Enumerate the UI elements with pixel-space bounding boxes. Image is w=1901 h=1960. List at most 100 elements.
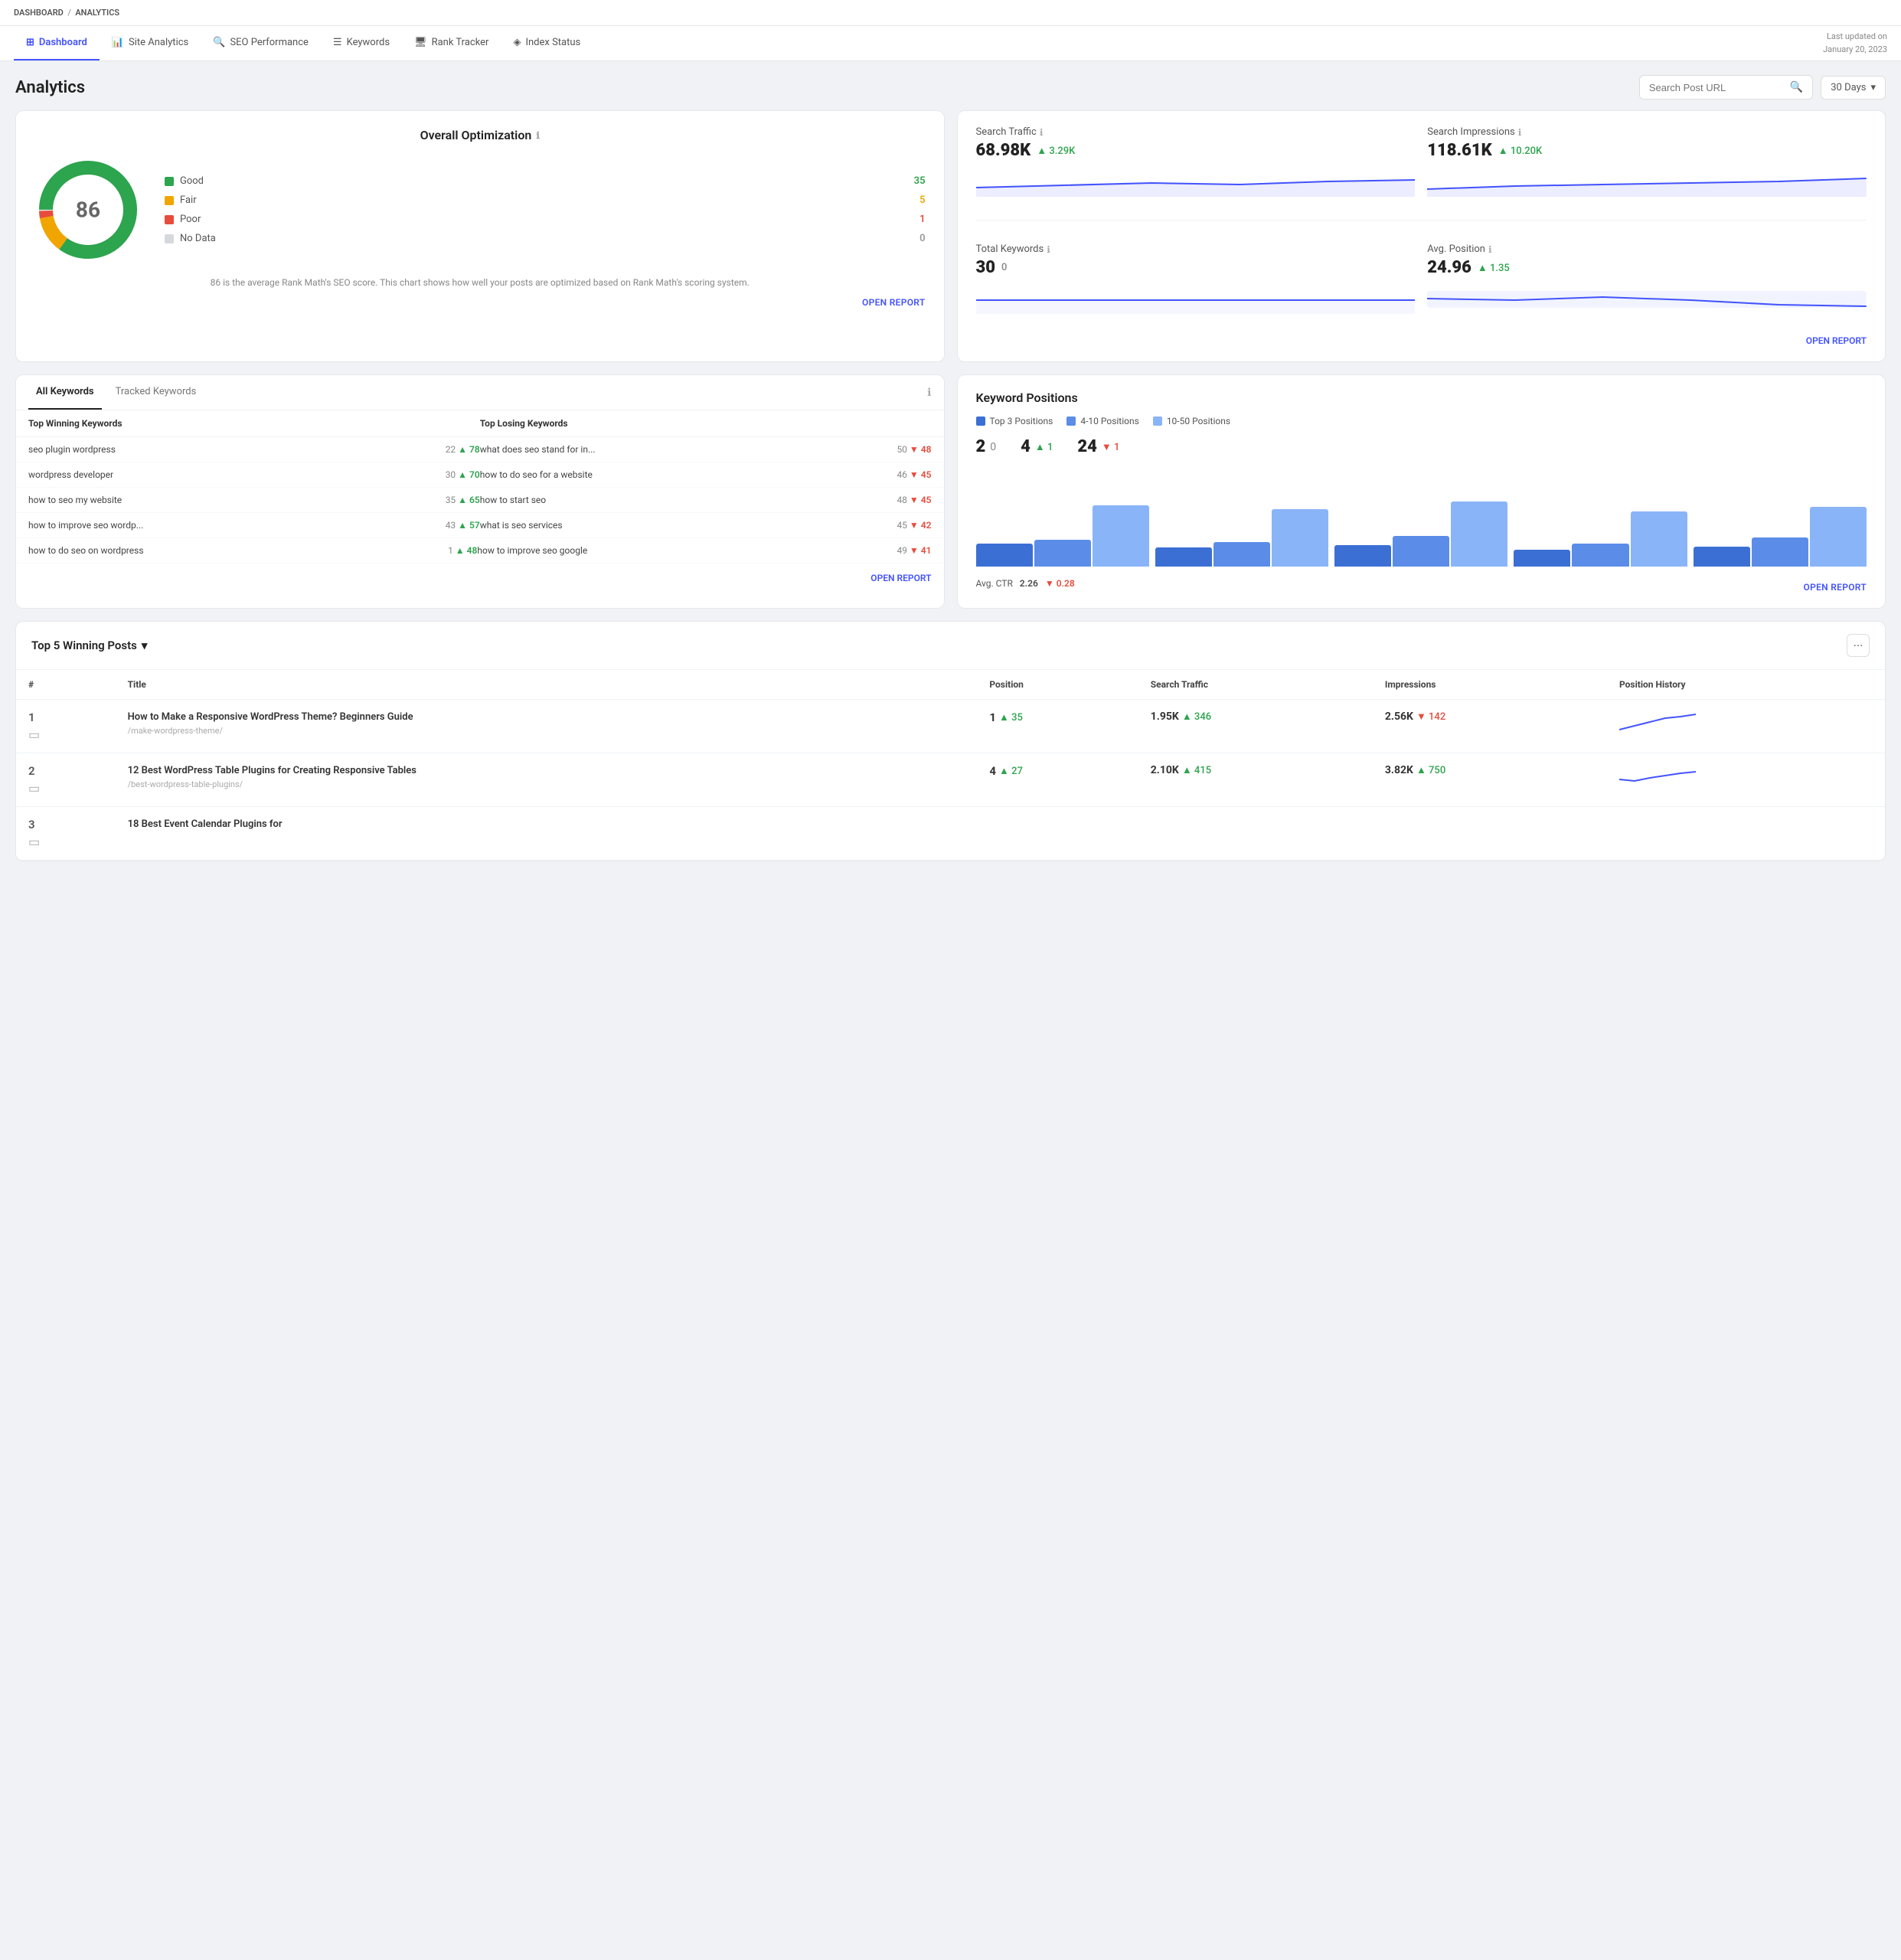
post-icon-2: ▭ <box>28 781 103 795</box>
bar-group-5 <box>1694 507 1867 567</box>
optimization-open-report[interactable]: OPEN REPORT <box>34 297 926 308</box>
days-select[interactable]: 30 Days ▾ <box>1821 76 1886 100</box>
position-help-icon[interactable]: ℹ <box>1488 244 1492 255</box>
tab-index-status[interactable]: ◈ Index Status <box>501 26 593 60</box>
legend-poor-dot <box>165 215 174 224</box>
stat-position-change: ▲ 1.35 <box>1478 262 1510 274</box>
kw-win-1: seo plugin wordpress <box>28 444 446 455</box>
pos-val-4to10: 4 ▲ 1 <box>1021 437 1053 456</box>
tab-keywords[interactable]: ☰ Keywords <box>321 26 402 60</box>
positions-open-report[interactable]: OPEN REPORT <box>1804 582 1867 593</box>
tab-site-analytics-label: Site Analytics <box>129 37 188 48</box>
kw-tab-all[interactable]: All Keywords <box>28 375 102 410</box>
optimization-card: Overall Optimization ℹ <box>15 110 945 362</box>
stat-search-traffic: Search Traffic ℹ 68.98K ▲ 3.29K <box>976 126 1416 197</box>
stats-open-report[interactable]: OPEN REPORT <box>976 335 1867 346</box>
kw-help-icon[interactable]: ℹ <box>927 387 931 399</box>
col-history: Position History <box>1607 670 1885 700</box>
pos-stat-10to50: 24 ▼ 1 <box>1077 437 1119 456</box>
positions-card: Keyword Positions Top 3 Positions 4-10 P… <box>957 374 1886 609</box>
traffic-help-icon[interactable]: ℹ <box>1040 127 1044 138</box>
legend-good: Good 35 <box>165 172 926 191</box>
keywords-help-icon[interactable]: ℹ <box>1047 244 1050 255</box>
breadcrumb: DASHBOARD / ANALYTICS <box>0 0 1901 26</box>
search-box: 🔍 <box>1639 75 1813 100</box>
breadcrumb-current: ANALYTICS <box>75 8 119 18</box>
post-history-2 <box>1607 753 1885 807</box>
position-mini-chart <box>1427 283 1867 314</box>
post-url-1: /make-wordpress-theme/ <box>128 726 965 736</box>
post-position-2: 4 ▲ 27 <box>989 764 1125 778</box>
posts-title[interactable]: Top 5 Winning Posts ▾ <box>31 639 147 652</box>
kw-lose-1: what does seo stand for in... <box>480 444 897 455</box>
table-row: 3 ▭ 18 Best Event Calendar Plugins for <box>16 807 1885 861</box>
legend-4to10-dot <box>1066 416 1076 426</box>
donut-chart: 86 <box>34 156 142 263</box>
post-url-2: /best-wordpress-table-plugins/ <box>128 779 965 789</box>
stat-keywords-value: 30 0 <box>976 258 1416 277</box>
tab-rank-tracker-label: Rank Tracker <box>432 37 489 48</box>
post-traffic-2: 2.10K ▲ 415 <box>1151 764 1360 776</box>
optimization-help-icon[interactable]: ℹ <box>536 130 540 141</box>
tab-dashboard[interactable]: ⊞ Dashboard <box>14 26 100 60</box>
kw-tab-tracked[interactable]: Tracked Keywords <box>108 375 204 410</box>
keywords-mini-chart <box>976 283 1416 314</box>
legend-good-label: Good <box>180 175 914 187</box>
posts-menu-button[interactable]: ··· <box>1847 634 1870 657</box>
post-title-cell-2: 12 Best WordPress Table Plugins for Crea… <box>116 753 978 807</box>
post-title-3[interactable]: 18 Best Event Calendar Plugins for <box>128 818 965 831</box>
post-title-cell-3: 18 Best Event Calendar Plugins for <box>116 807 978 861</box>
page-title: Analytics <box>15 78 85 97</box>
bar-mid-4 <box>1572 544 1628 567</box>
bar-low-4 <box>1631 511 1687 567</box>
search-input[interactable] <box>1649 82 1784 93</box>
legend-top3: Top 3 Positions <box>976 416 1053 426</box>
post-traffic-cell-1: 1.95K ▲ 346 <box>1138 700 1373 753</box>
tab-seo-performance-label: SEO Performance <box>230 37 308 48</box>
pos-val-10to50: 24 ▼ 1 <box>1077 437 1119 456</box>
post-impressions-2: 3.82K ▲ 750 <box>1385 764 1595 776</box>
stat-impressions-value: 118.61K ▲ 10.20K <box>1427 141 1867 160</box>
bar-group-2 <box>1155 509 1328 567</box>
stat-keywords-label: Total Keywords ℹ <box>976 243 1416 255</box>
optimization-score: 86 <box>76 198 100 223</box>
search-stats-card: Search Traffic ℹ 68.98K ▲ 3.29K <box>957 110 1886 362</box>
kw-row-2: wordpress developer 30 ▲ 70 how to do se… <box>16 462 944 488</box>
breadcrumb-parent[interactable]: DASHBOARD <box>14 8 64 18</box>
post-title-1[interactable]: How to Make a Responsive WordPress Theme… <box>128 710 965 724</box>
post-impressions-cell-2: 3.82K ▲ 750 <box>1373 753 1607 807</box>
bar-low-1 <box>1093 505 1149 567</box>
post-impressions-1: 2.56K ▼ 142 <box>1385 710 1595 723</box>
legend-nodata-dot <box>165 234 174 243</box>
pos-stat-top3: 2 0 <box>976 437 997 456</box>
post-title-2[interactable]: 12 Best WordPress Table Plugins for Crea… <box>128 764 965 778</box>
bar-group-3 <box>1334 501 1507 567</box>
main-content: Overall Optimization ℹ <box>0 110 1901 889</box>
kw-open-report[interactable]: OPEN REPORT <box>16 564 944 593</box>
optimization-main: 86 Good 35 Fair 5 Poor <box>34 156 926 263</box>
table-row: 2 ▭ 12 Best WordPress Table Plugins for … <box>16 753 1885 807</box>
index-status-icon: ◈ <box>513 37 521 48</box>
bar-mid-2 <box>1213 542 1270 567</box>
last-updated: Last updated on January 20, 2023 <box>1823 31 1887 56</box>
post-position-cell-2: 4 ▲ 27 <box>977 753 1138 807</box>
post-position-1: 1 ▲ 35 <box>989 710 1125 724</box>
search-icon: 🔍 <box>1790 81 1803 93</box>
tab-seo-performance[interactable]: 🔍 SEO Performance <box>201 26 321 60</box>
stat-impressions-change: ▲ 10.20K <box>1498 145 1542 157</box>
bar-mid-1 <box>1034 540 1091 567</box>
keywords-icon: ☰ <box>333 37 342 48</box>
dashboard-icon: ⊞ <box>26 37 34 48</box>
post-position-cell-1: 1 ▲ 35 <box>977 700 1138 753</box>
bar-chart-container <box>976 467 1867 567</box>
pos-stat-4to10: 4 ▲ 1 <box>1021 437 1053 456</box>
tab-rank-tracker[interactable]: 🖥 Rank Tracker <box>402 26 501 60</box>
bar-top3-1 <box>976 544 1033 567</box>
kw-tabs: All Keywords Tracked Keywords ℹ <box>16 375 944 410</box>
tab-site-analytics[interactable]: 📊 Site Analytics <box>100 26 201 60</box>
site-analytics-icon: 📊 <box>112 37 124 48</box>
kw-row-3: how to seo my website 35 ▲ 65 how to sta… <box>16 488 944 513</box>
impressions-help-icon[interactable]: ℹ <box>1518 127 1522 138</box>
kw-table: Top Winning Keywords Top Losing Keywords… <box>16 410 944 564</box>
posts-table-head: # Title Position Search Traffic Impressi… <box>16 670 1885 700</box>
